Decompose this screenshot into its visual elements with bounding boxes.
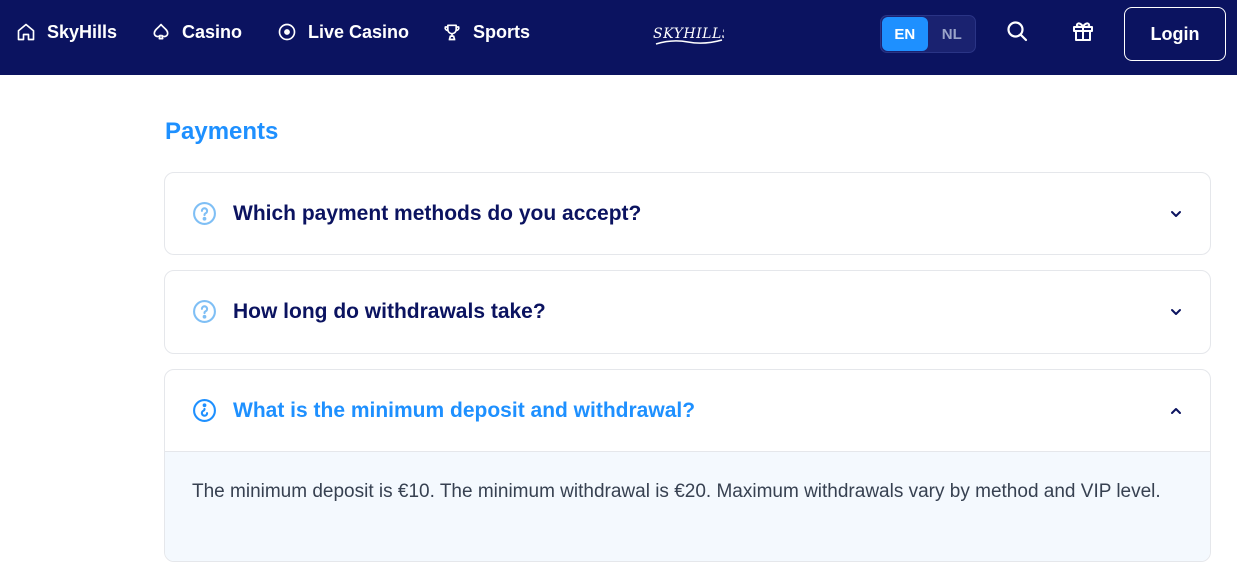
language-en-button[interactable]: EN	[882, 17, 928, 51]
nav-label: Casino	[182, 21, 243, 42]
question-circle-icon	[192, 299, 217, 324]
nav-label: Sports	[473, 21, 531, 42]
top-navigation-bar: SkyHills Casino Live Casino Sports SKYHI…	[0, 0, 1237, 75]
language-nl-button[interactable]: NL	[929, 16, 976, 52]
logo-text: SKYHILLS	[653, 26, 724, 42]
faq-question: What is the minimum deposit and withdraw…	[233, 398, 696, 422]
faq-item-open: What is the minimum deposit and withdraw…	[164, 369, 1211, 562]
faq-toggle[interactable]: Which payment methods do you accept?	[165, 173, 1210, 254]
faq-toggle[interactable]: How long do withdrawals take?	[165, 271, 1210, 352]
language-switcher: EN NL	[880, 15, 976, 53]
nav-label: Live Casino	[308, 21, 410, 42]
search-icon	[1005, 19, 1029, 48]
chevron-down-icon	[1168, 206, 1184, 222]
question-circle-icon	[192, 398, 217, 423]
nav-item-live-casino[interactable]: Live Casino	[277, 0, 409, 64]
login-button[interactable]: Login	[1124, 7, 1226, 61]
question-circle-icon	[192, 201, 217, 226]
skyhills-logo[interactable]: SKYHILLS	[652, 20, 731, 48]
faq-question: How long do withdrawals take?	[233, 299, 546, 323]
faq-item: How long do withdrawals take?	[164, 270, 1211, 354]
section-title: Payments	[165, 118, 279, 145]
faq-item: Which payment methods do you accept?	[164, 172, 1211, 255]
faq-toggle[interactable]: What is the minimum deposit and withdraw…	[165, 370, 1210, 451]
search-button[interactable]	[1004, 20, 1030, 46]
nav-item-skyhills[interactable]: SkyHills	[16, 0, 117, 64]
nav-item-casino[interactable]: Casino	[151, 0, 242, 64]
live-dot-icon	[277, 22, 297, 42]
nav-item-sports[interactable]: Sports	[442, 0, 530, 64]
chevron-down-icon	[1168, 304, 1184, 320]
trophy-icon	[442, 22, 462, 42]
faq-question: Which payment methods do you accept?	[233, 201, 642, 225]
chevron-up-icon	[1168, 403, 1184, 419]
gift-icon	[1071, 19, 1095, 48]
nav-label: SkyHills	[47, 21, 118, 42]
spade-icon	[151, 22, 171, 42]
gift-button[interactable]	[1070, 20, 1096, 46]
home-icon	[16, 22, 36, 42]
faq-answer: The minimum deposit is €10. The minimum …	[165, 451, 1210, 561]
